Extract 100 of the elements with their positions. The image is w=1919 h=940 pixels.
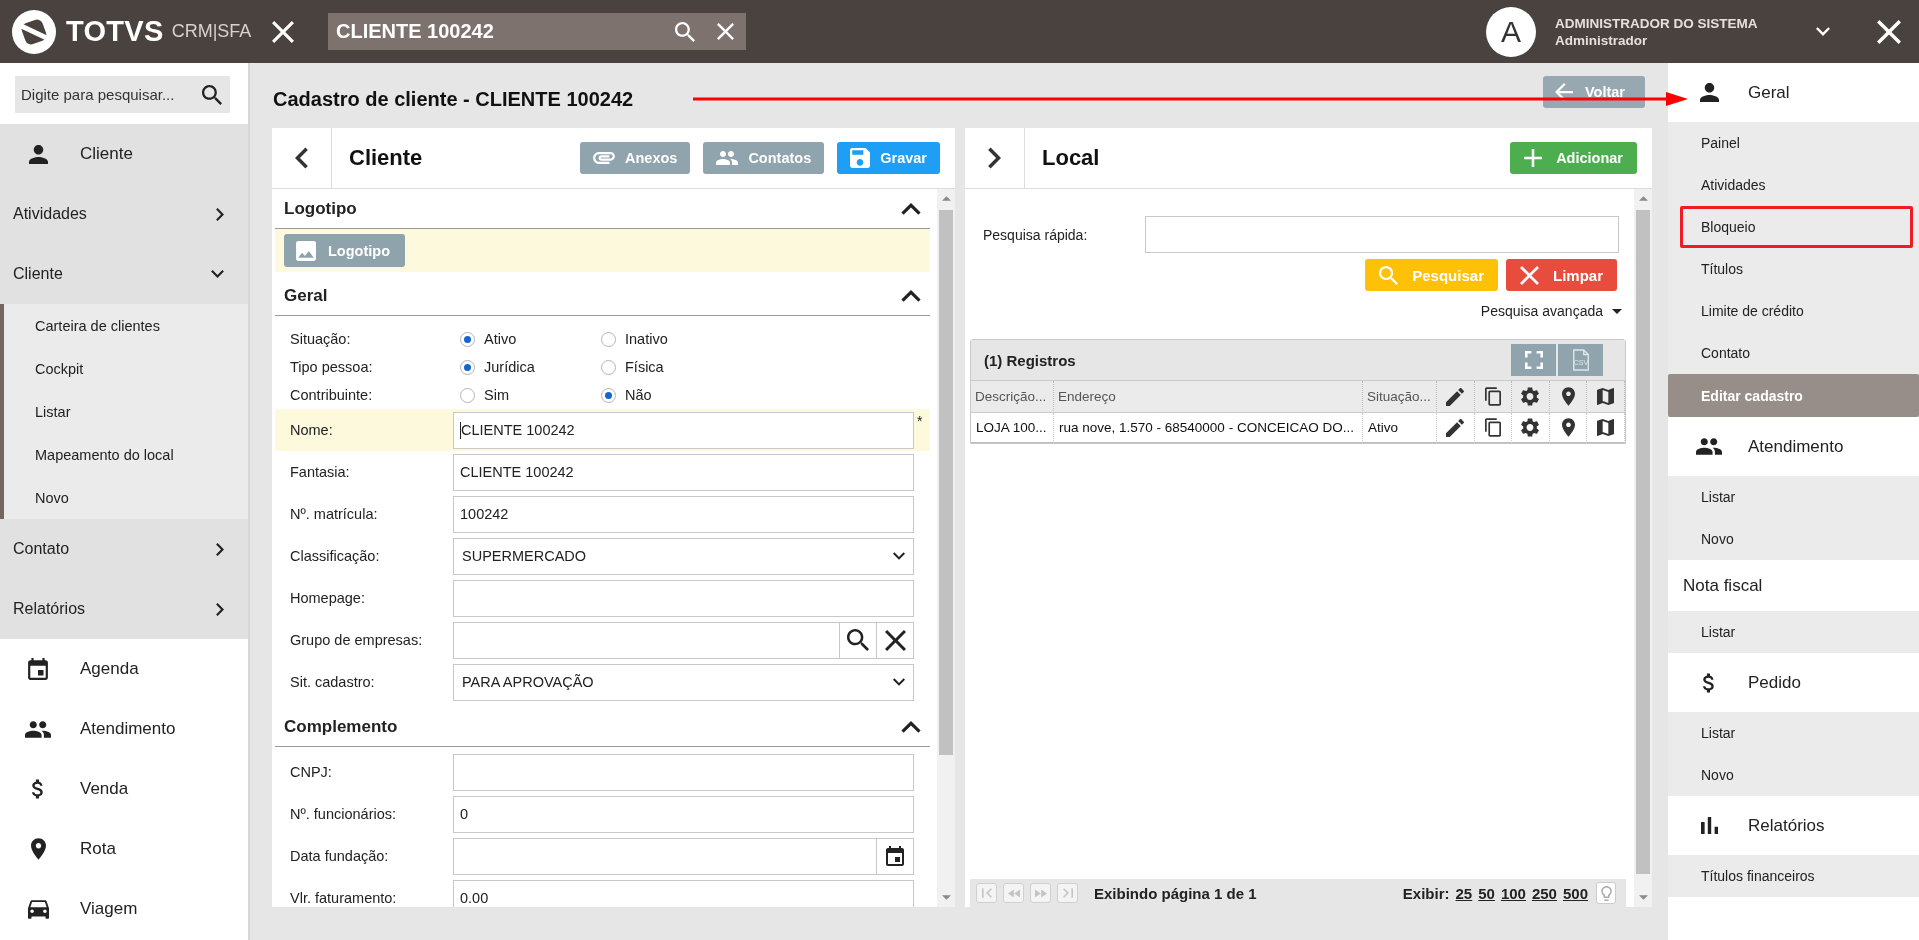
map-icon[interactable] bbox=[1597, 419, 1615, 436]
menu-item[interactable]: Novo bbox=[1680, 754, 1913, 796]
panel-title: Cliente bbox=[349, 145, 423, 171]
sidebar-group[interactable]: Contato bbox=[0, 519, 248, 579]
sidebar-item[interactable]: Novo bbox=[4, 476, 248, 519]
page-size-link[interactable]: 100 bbox=[1500, 884, 1526, 902]
sidebar-group[interactable]: Atividades bbox=[0, 184, 248, 244]
menu-item[interactable]: Atividades bbox=[1680, 164, 1913, 206]
page-size-link[interactable]: 25 bbox=[1455, 884, 1473, 902]
select-field[interactable]: PARA APROVAÇÃO bbox=[453, 663, 914, 701]
sidebar-module[interactable]: Cliente bbox=[0, 124, 248, 184]
scrollbar[interactable] bbox=[937, 189, 955, 907]
select-field[interactable]: SUPERMERCADO bbox=[453, 537, 914, 575]
field-label: Contribuinte: bbox=[290, 387, 374, 403]
search-field[interactable]: CLIENTE 100242 bbox=[328, 13, 746, 50]
radio-button[interactable] bbox=[601, 331, 616, 347]
close-button[interactable] bbox=[1877, 19, 1901, 44]
menu-item[interactable]: Bloqueio bbox=[1680, 206, 1913, 248]
sidebar-item[interactable]: Cockpit bbox=[4, 347, 248, 390]
location-pin-icon[interactable] bbox=[1561, 418, 1575, 437]
search-icon bbox=[1379, 265, 1399, 285]
date-field[interactable] bbox=[453, 837, 877, 875]
radio-button[interactable] bbox=[460, 359, 475, 375]
search-icon[interactable] bbox=[675, 21, 695, 42]
scrollbar[interactable] bbox=[1634, 189, 1652, 907]
bar-chart-icon bbox=[1700, 817, 1718, 834]
copy-icon[interactable] bbox=[1484, 418, 1501, 437]
calendar-button[interactable] bbox=[876, 837, 914, 875]
menu-item[interactable]: Novo bbox=[1680, 518, 1913, 560]
user-role: Administrador bbox=[1555, 32, 1649, 48]
menu-item[interactable]: Listar bbox=[1680, 476, 1913, 518]
csv-file-icon: CSV bbox=[1570, 349, 1591, 371]
radio-button[interactable] bbox=[460, 331, 475, 347]
text-field[interactable]: 0.00 bbox=[453, 879, 914, 907]
last-page-icon bbox=[1062, 888, 1073, 898]
caret-down-icon[interactable] bbox=[1612, 308, 1622, 314]
radio-label[interactable]: Sim bbox=[484, 387, 509, 403]
menu-item[interactable]: Contato bbox=[1680, 332, 1913, 374]
menu-item[interactable]: Painel bbox=[1680, 122, 1913, 164]
column-header[interactable]: Descrição... bbox=[971, 381, 1054, 413]
pencil-icon bbox=[1446, 387, 1465, 406]
search-field[interactable]: Digite para pesquisar... bbox=[15, 76, 230, 113]
user-avatar[interactable]: A bbox=[1486, 6, 1536, 57]
column-header[interactable]: Situação... bbox=[1363, 381, 1437, 413]
field-label: Vlr. faturamento: bbox=[290, 890, 398, 906]
radio-label[interactable]: Física bbox=[625, 359, 664, 375]
text-field[interactable]: 0 bbox=[453, 795, 914, 833]
page-size-link[interactable]: 500 bbox=[1562, 884, 1588, 902]
chevron-up-icon[interactable] bbox=[901, 720, 921, 733]
chevron-up-icon[interactable] bbox=[901, 202, 921, 215]
clear-button[interactable]: Limpar bbox=[1506, 259, 1617, 291]
radio-button[interactable] bbox=[601, 359, 616, 375]
chevron-up-icon[interactable] bbox=[901, 289, 921, 302]
section-header[interactable]: Geral bbox=[275, 276, 930, 316]
chevron-down-icon bbox=[893, 552, 905, 560]
page-size-link[interactable]: 250 bbox=[1531, 884, 1557, 902]
radio-label[interactable]: Não bbox=[625, 387, 652, 403]
radio-label[interactable]: Jurídica bbox=[484, 359, 535, 375]
scroll-down-icon bbox=[1638, 895, 1648, 900]
sidebar-item[interactable]: Carteira de clientes bbox=[4, 304, 248, 347]
menu-item[interactable]: Títulos bbox=[1680, 248, 1913, 290]
table-cell: LOJA 100... bbox=[971, 413, 1054, 443]
page-size-link[interactable]: 50 bbox=[1478, 884, 1495, 902]
radio-label[interactable]: Ativo bbox=[484, 331, 517, 347]
scrollbar-thumb[interactable] bbox=[939, 210, 953, 755]
search-button[interactable] bbox=[839, 621, 877, 659]
text-field[interactable] bbox=[453, 753, 914, 791]
menu-item[interactable]: Listar bbox=[1680, 712, 1913, 754]
fullscreen-button[interactable] bbox=[1511, 344, 1556, 376]
text-field[interactable]: CLIENTE 100242 bbox=[453, 411, 914, 449]
radio-label[interactable]: Inativo bbox=[625, 331, 668, 347]
gear-icon[interactable] bbox=[1521, 418, 1540, 437]
sidebar-group[interactable]: Cliente bbox=[0, 244, 248, 304]
sidebar-item[interactable]: Listar bbox=[4, 390, 248, 433]
close-button[interactable] bbox=[272, 20, 294, 43]
field-label: Nº. funcionários: bbox=[290, 806, 398, 822]
sidebar-item[interactable]: Mapeamento do local bbox=[4, 433, 248, 476]
menu-item[interactable]: Limite de crédito bbox=[1680, 290, 1913, 332]
section-header[interactable]: Complemento bbox=[275, 707, 930, 747]
scrollbar-thumb[interactable] bbox=[1636, 210, 1650, 874]
sidebar-group[interactable]: Relatórios bbox=[0, 579, 248, 639]
fullscreen-icon bbox=[1524, 351, 1543, 369]
lightbulb-icon bbox=[1600, 885, 1612, 901]
clear-button[interactable] bbox=[876, 621, 914, 659]
fast-forward-icon bbox=[1034, 888, 1047, 898]
close-icon bbox=[272, 20, 294, 43]
text-field[interactable]: 100242 bbox=[453, 495, 914, 533]
text-field[interactable] bbox=[453, 579, 914, 617]
field-label: Pesquisa rápida: bbox=[983, 226, 1089, 243]
user-menu-button[interactable] bbox=[1816, 27, 1830, 36]
radio-button[interactable] bbox=[601, 387, 616, 403]
column-header[interactable]: Endereço bbox=[1054, 381, 1363, 413]
plus-icon bbox=[1524, 149, 1543, 167]
pencil-icon[interactable] bbox=[1446, 418, 1465, 437]
close-icon[interactable] bbox=[717, 23, 734, 40]
text-field[interactable]: CLIENTE 100242 bbox=[453, 453, 914, 491]
text-field[interactable] bbox=[453, 621, 840, 659]
advanced-search-link[interactable]: Pesquisa avançada bbox=[1480, 303, 1603, 319]
search-field[interactable] bbox=[1145, 216, 1619, 253]
radio-button[interactable] bbox=[460, 387, 475, 403]
